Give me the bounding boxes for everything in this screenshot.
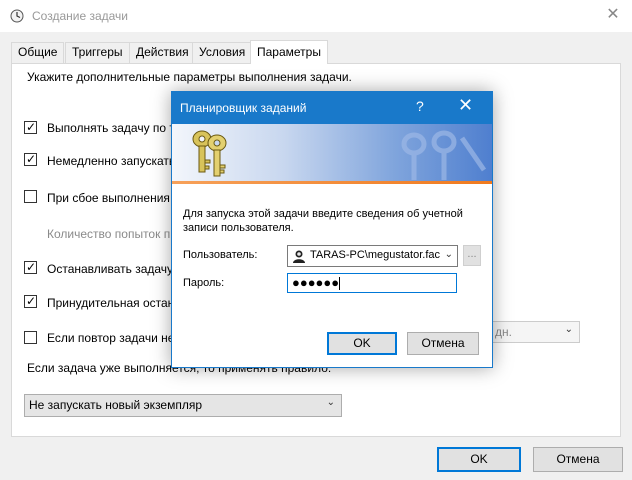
cancel-button[interactable]: Отмена xyxy=(533,447,623,472)
window-close-button[interactable]: ✕ xyxy=(598,4,628,28)
rule-select-value: Не запускать новый экземпляр xyxy=(29,398,203,412)
dialog-title: Планировщик заданий xyxy=(180,101,307,115)
clock-icon xyxy=(10,9,24,23)
checkmark-icon: ✓ xyxy=(26,120,37,134)
delete-after-duration-value: дн. xyxy=(495,325,512,339)
option-force-stop-checkbox[interactable]: ✓ xyxy=(24,294,37,308)
window-title-bar: Создание задачи ✕ xyxy=(0,0,632,32)
help-button[interactable]: ? xyxy=(416,98,424,114)
credentials-dialog: Планировщик заданий ? ✕ Для запуска этой… xyxy=(171,91,493,368)
dialog-close-button[interactable]: ✕ xyxy=(458,95,473,116)
banner-stripe xyxy=(172,181,492,184)
rule-select[interactable]: Не запускать новый экземпляр ⌄ xyxy=(24,394,342,417)
tab-general[interactable]: Общие xyxy=(11,42,65,63)
password-label: Пароль: xyxy=(183,277,225,289)
tab-triggers[interactable]: Триггеры xyxy=(65,42,130,63)
chevron-down-icon: ⌄ xyxy=(444,249,453,260)
user-select[interactable]: TARAS-PC\megustator.fac ⌄ xyxy=(287,245,458,267)
delete-after-duration-select[interactable]: дн. ⌄ xyxy=(490,321,580,343)
browse-user-button[interactable]: ... xyxy=(463,245,481,266)
chevron-down-icon: ⌄ xyxy=(564,324,573,335)
checkmark-icon: ✓ xyxy=(26,294,37,308)
window-title: Создание задачи xyxy=(32,9,128,23)
dialog-title-bar: Планировщик заданий ? ✕ xyxy=(172,92,492,124)
user-label: Пользователь: xyxy=(183,249,258,261)
option-stop-if-runs-longer-checkbox[interactable]: ✓ xyxy=(24,260,37,274)
checkmark-icon: ✓ xyxy=(26,152,37,166)
dialog-ok-button[interactable]: OK xyxy=(327,332,397,355)
chevron-down-icon: ⌄ xyxy=(326,397,335,408)
option-run-asap-label: Немедленно запускать xyxy=(47,154,176,168)
dialog-cancel-button[interactable]: Отмена xyxy=(407,332,479,355)
option-run-on-demand-label: Выполнять задачу по т xyxy=(47,121,175,135)
tab-actions[interactable]: Действия xyxy=(129,42,196,63)
checkmark-icon: ✓ xyxy=(26,260,37,274)
settings-intro: Укажите дополнительные параметры выполне… xyxy=(27,70,352,84)
option-restart-attempts-label: Количество попыток п xyxy=(47,227,171,241)
tab-settings[interactable]: Параметры xyxy=(250,40,328,64)
option-force-stop-label: Принудительная остан xyxy=(47,296,175,310)
dialog-instructions: Для запуска этой задачи введите сведения… xyxy=(183,208,463,234)
tab-conditions[interactable]: Условия xyxy=(192,42,253,63)
option-stop-if-runs-longer-label: Останавливать задачу, xyxy=(47,262,176,276)
password-value: ●●●●●● xyxy=(292,275,340,290)
option-delete-if-not-scheduled-label: Если повтор задачи не xyxy=(47,331,175,345)
option-run-on-demand-checkbox[interactable]: ✓ xyxy=(24,120,37,134)
option-run-asap-checkbox[interactable]: ✓ xyxy=(24,152,37,166)
user-select-value: TARAS-PC\megustator.fac xyxy=(310,249,441,261)
dialog-banner xyxy=(172,124,492,182)
option-restart-on-failure-label: При сбое выполнения xyxy=(47,191,170,205)
option-restart-on-failure-checkbox[interactable] xyxy=(24,190,37,203)
user-icon xyxy=(293,250,305,263)
keys-icon xyxy=(192,130,227,177)
text-caret xyxy=(339,277,340,290)
keys-watermark-icon xyxy=(401,130,487,180)
option-delete-if-not-scheduled-checkbox[interactable] xyxy=(24,331,37,344)
ok-button[interactable]: OK xyxy=(437,447,521,472)
password-field[interactable]: ●●●●●● xyxy=(287,273,457,293)
